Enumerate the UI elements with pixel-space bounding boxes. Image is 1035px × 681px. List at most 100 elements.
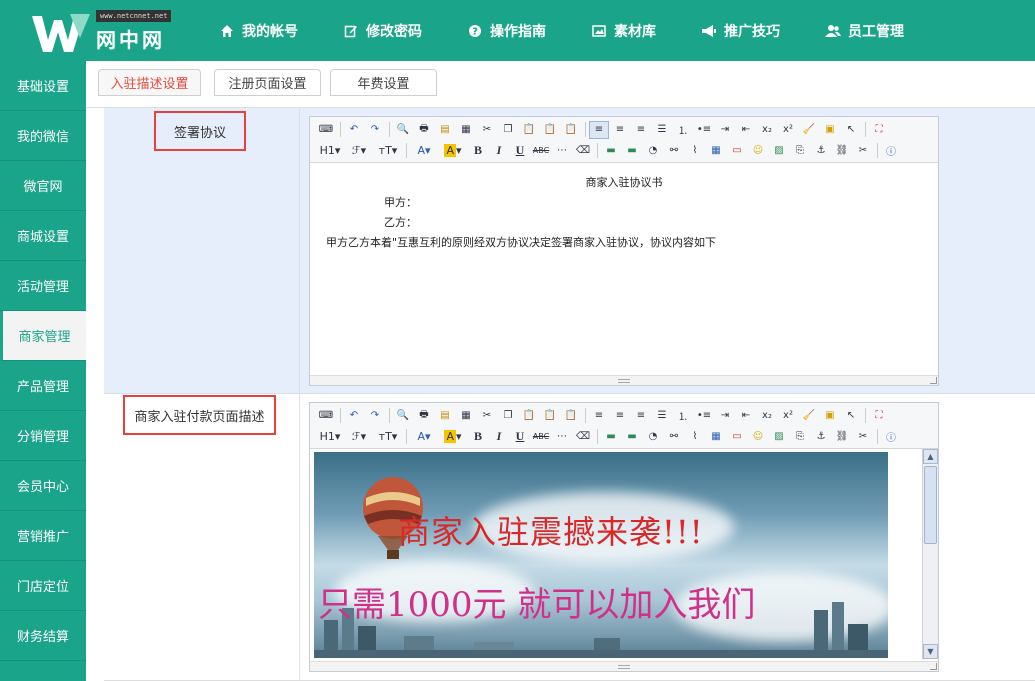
code-icon[interactable]: ▦ [456,121,476,139]
font-family-icon[interactable]: ℱ ▾ [345,428,373,446]
nav-material-library[interactable]: 素材库 [590,0,656,61]
nav-guide[interactable]: ? 操作指南 [466,0,546,61]
select-all-icon[interactable]: ▣ [820,121,840,139]
fullscreen-icon[interactable]: ⛶ [869,407,889,425]
justify-icon[interactable]: ☰ [652,121,672,139]
nav-change-password[interactable]: 修改密码 [342,0,422,61]
photo-icon[interactable]: ▨ [769,142,789,160]
clear-format-icon[interactable]: 🧹 [799,407,819,425]
eraser-icon[interactable]: ⌫ [573,142,593,160]
table-icon[interactable]: ▦ [706,142,726,160]
select-icon[interactable]: ↖ [841,407,861,425]
tab-register-page[interactable]: 注册页面设置 [214,69,321,96]
preview-icon[interactable]: 🔍 [393,121,413,139]
highlight-icon[interactable]: A ▾ [439,142,467,160]
bold-icon[interactable]: B [468,428,488,446]
align-right-icon[interactable]: ≡ [631,407,651,425]
hr-icon[interactable]: ⋯ [552,428,572,446]
paste-text-icon[interactable]: 📋 [540,121,560,139]
copy-icon[interactable]: ❐ [498,121,518,139]
align-left-icon[interactable]: ≡ [589,407,609,425]
sidebar-item-member-center[interactable]: 会员中心 [0,461,86,511]
select-icon[interactable]: ↖ [841,121,861,139]
paste-word-icon[interactable]: 📋 [561,407,581,425]
strikethrough-icon[interactable]: ABC [531,428,551,446]
sidebar-item-activity-management[interactable]: 活动管理 [0,261,86,311]
heading-icon[interactable]: H1▾ [316,428,344,446]
sidebar-item-merchant-management[interactable]: 商家管理 [0,311,86,361]
italic-icon[interactable]: I [489,142,509,160]
about-icon[interactable]: ⓘ [881,428,901,446]
payment-page-editor[interactable]: ⌨ ↶ ↷ 🔍 🖶 ▤ ▦ ✂ ❐ 📋 📋 📋 ≡ ≡ ≡ ☰ ⒈ •≡ ⇥ ⇤… [309,402,939,672]
align-center-icon[interactable]: ≡ [610,407,630,425]
unordered-list-icon[interactable]: •≡ [694,407,714,425]
source-icon[interactable]: ⌨ [316,121,336,139]
code-icon[interactable]: ▦ [456,407,476,425]
align-left-icon[interactable]: ≡ [589,120,609,139]
page-break-icon[interactable]: ⎘ [790,428,810,446]
image-icon[interactable]: ▬ [601,142,621,160]
unordered-list-icon[interactable]: •≡ [694,121,714,139]
font-color-icon[interactable]: A▾ [410,142,438,160]
sidebar-item-mall-settings[interactable]: 商城设置 [0,211,86,261]
scroll-down-icon[interactable]: ▼ [923,644,938,659]
scroll-thumb[interactable] [924,466,937,544]
emoticon-icon[interactable]: ☺ [748,428,768,446]
tab-settle-in-description[interactable]: 入驻描述设置 [98,69,201,96]
preview-icon[interactable]: 🔍 [393,407,413,425]
payment-page-editor-content[interactable]: 商家入驻震撼来袭!!! 只需1000元 就可以加入我们 ▲ ▼ [310,449,938,661]
media-icon[interactable]: ◔ [643,142,663,160]
redo-icon[interactable]: ↷ [365,121,385,139]
strikethrough-icon[interactable]: ABC [531,142,551,160]
anchor-icon[interactable]: ⚓ [811,142,831,160]
font-family-icon[interactable]: ℱ ▾ [345,142,373,160]
undo-icon[interactable]: ↶ [344,121,364,139]
link-icon[interactable]: ⛓ [832,428,852,446]
highlight-icon[interactable]: A ▾ [439,428,467,446]
ordered-list-icon[interactable]: ⒈ [673,121,693,139]
paste-icon[interactable]: 📋 [519,407,539,425]
underline-icon[interactable]: U [510,142,530,160]
insert-row-icon[interactable]: ▭ [727,428,747,446]
about-icon[interactable]: ⓘ [881,142,901,160]
paste-icon[interactable]: 📋 [519,121,539,139]
sidebar-item-distribution-management[interactable]: 分销管理 [0,411,86,461]
eraser-icon[interactable]: ⌫ [573,428,593,446]
sidebar-item-micro-site[interactable]: 微官网 [0,161,86,211]
cut-icon[interactable]: ✂ [477,121,497,139]
print-icon[interactable]: 🖶 [414,121,434,139]
nav-my-account[interactable]: 我的帐号 [218,0,298,61]
undo-icon[interactable]: ↶ [344,407,364,425]
media-icon[interactable]: ◔ [643,428,663,446]
flash-icon[interactable]: ▬ [622,142,642,160]
align-center-icon[interactable]: ≡ [610,121,630,139]
paperclip-icon[interactable]: ⌇ [685,428,705,446]
page-break-icon[interactable]: ⎘ [790,142,810,160]
paperclip-icon[interactable]: ⌇ [685,142,705,160]
outdent-icon[interactable]: ⇤ [736,121,756,139]
bold-icon[interactable]: B [468,142,488,160]
sidebar-item-marketing[interactable]: 营销推广 [0,511,86,561]
subscript-icon[interactable]: x₂ [757,121,777,139]
tab-annual-fee[interactable]: 年费设置 [330,69,437,96]
italic-icon[interactable]: I [489,428,509,446]
paste-word-icon[interactable]: 📋 [561,121,581,139]
logo[interactable]: www.netcnnet.net 网中网 [30,6,175,56]
nav-staff-management[interactable]: 员工管理 [824,0,904,61]
agreement-editor[interactable]: ⌨ ↶ ↷ 🔍 🖶 ▤ ▦ ✂ ❐ 📋 📋 📋 ≡ ≡ ≡ ☰ ⒈ •≡ ⇥ ⇤… [309,116,939,386]
sidebar-item-store-location[interactable]: 门店定位 [0,561,86,611]
photo-icon[interactable]: ▨ [769,428,789,446]
copy-icon[interactable]: ❐ [498,407,518,425]
ordered-list-icon[interactable]: ⒈ [673,407,693,425]
hr-icon[interactable]: ⋯ [552,142,572,160]
sidebar-item-product-management[interactable]: 产品管理 [0,361,86,411]
nav-promotion-tips[interactable]: 推广技巧 [700,0,780,61]
indent-icon[interactable]: ⇥ [715,121,735,139]
editor-scrollbar[interactable]: ▲ ▼ [922,449,938,659]
flash-icon[interactable]: ▬ [622,428,642,446]
sidebar-item-my-wechat[interactable]: 我的微信 [0,111,86,161]
editor-resize-handle[interactable] [310,661,938,671]
agreement-editor-content[interactable]: 商家入驻协议书 甲方： 乙方： 甲方乙方本着"互惠互利的原则经双方协议决定签署商… [310,163,938,375]
paste-text-icon[interactable]: 📋 [540,407,560,425]
resize-corner-icon[interactable] [930,377,937,384]
